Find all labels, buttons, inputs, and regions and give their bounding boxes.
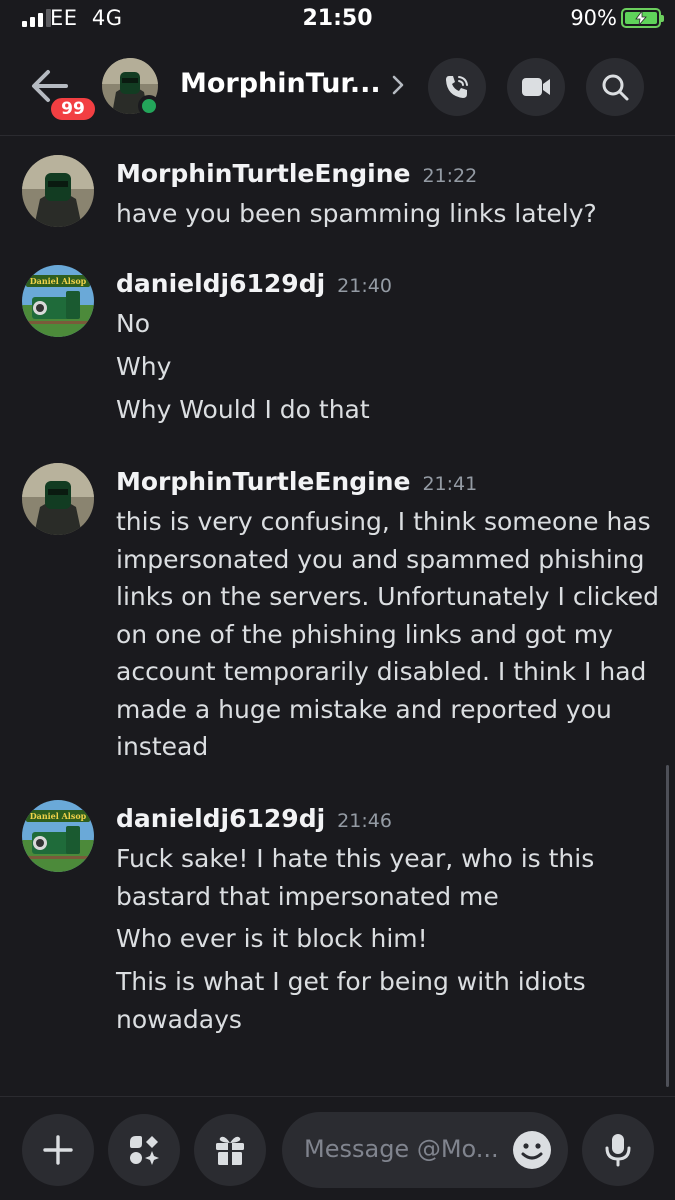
message-text: impersonated you and spammed phishing <box>116 544 645 574</box>
voice-message-button[interactable] <box>582 1114 654 1186</box>
search-button[interactable] <box>586 58 644 116</box>
avatar-caption: Daniel Alsop <box>30 811 87 821</box>
message-text: links on the servers. Unfortunately I cl… <box>116 582 660 611</box>
message-text: bastard that impersonated me <box>116 881 499 911</box>
phone-call-icon <box>446 76 468 98</box>
unread-count-badge: 99 <box>48 95 98 123</box>
message-author[interactable]: danieldj6129dj 21:40 <box>116 269 392 298</box>
message-text: made a huge mistake and reported you <box>116 694 612 724</box>
message-list[interactable]: MorphinTurtleEngine 21:22 have you been s… <box>0 137 675 1095</box>
message-timestamp: 21:46 <box>337 810 392 832</box>
message-text: Who ever is it block him! <box>116 924 428 953</box>
avatar-caption: Daniel Alsop <box>30 276 87 286</box>
author-name[interactable]: MorphinTurtleEngine <box>116 159 410 188</box>
message-author[interactable]: MorphinTurtleEngine 21:41 <box>116 467 477 496</box>
avatar[interactable]: Daniel Alsop <box>22 800 94 872</box>
message-text: No <box>116 309 150 338</box>
video-camera-icon <box>522 78 550 96</box>
message-text: This is what I get for being with idiots <box>116 967 586 996</box>
microphone-icon <box>605 1134 631 1167</box>
message-text: this is very confusing, I think someone … <box>116 507 651 536</box>
message-author[interactable]: danieldj6129dj 21:46 <box>116 804 392 833</box>
chat-header: 99 MorphinTur... <box>0 40 675 136</box>
chevron-right-icon[interactable] <box>390 70 408 100</box>
avatar[interactable]: Daniel Alsop <box>22 265 94 337</box>
plus-icon <box>43 1135 73 1165</box>
message-timestamp: 21:41 <box>422 473 478 495</box>
emoji-button[interactable] <box>512 1130 552 1170</box>
attach-button[interactable] <box>22 1114 94 1186</box>
search-icon <box>602 74 629 101</box>
message-input-container[interactable] <box>282 1112 568 1188</box>
author-name[interactable]: danieldj6129dj <box>116 269 325 298</box>
message-text: Why <box>116 352 172 381</box>
avatar[interactable] <box>22 155 94 227</box>
battery-percentage: 90% <box>570 6 617 30</box>
message-text: have you been spamming links lately? <box>116 199 597 228</box>
message-text: instead <box>116 732 209 761</box>
message-text: on one of the phishing links and got my <box>116 619 613 649</box>
apps-icon <box>130 1136 159 1165</box>
author-name[interactable]: danieldj6129dj <box>116 804 325 833</box>
video-call-button[interactable] <box>507 58 565 116</box>
gift-button[interactable] <box>194 1114 266 1186</box>
scrollbar[interactable] <box>666 765 669 1087</box>
message-timestamp: 21:22 <box>422 165 478 187</box>
status-bar: EE 4G 21:50 90% <box>0 0 675 40</box>
message-input[interactable] <box>304 1130 504 1168</box>
message-timestamp: 21:40 <box>337 275 392 297</box>
online-status-indicator <box>138 95 160 117</box>
channel-title[interactable]: MorphinTur... <box>180 68 381 99</box>
avatar[interactable] <box>22 463 94 535</box>
emoji-icon <box>513 1131 551 1169</box>
message-text: nowadays <box>116 1004 242 1034</box>
message-text: account temporarily disabled. I think I … <box>116 657 647 686</box>
author-name[interactable]: MorphinTurtleEngine <box>116 467 410 496</box>
message-composer <box>0 1096 675 1200</box>
voice-call-button[interactable] <box>428 58 486 116</box>
gift-icon <box>216 1136 244 1165</box>
message-author[interactable]: MorphinTurtleEngine 21:22 <box>116 159 477 188</box>
message-text: Why Would I do that <box>116 395 370 424</box>
apps-button[interactable] <box>108 1114 180 1186</box>
battery-charging-icon <box>621 8 664 28</box>
message-text: Fuck sake! I hate this year, who is this <box>116 844 595 873</box>
